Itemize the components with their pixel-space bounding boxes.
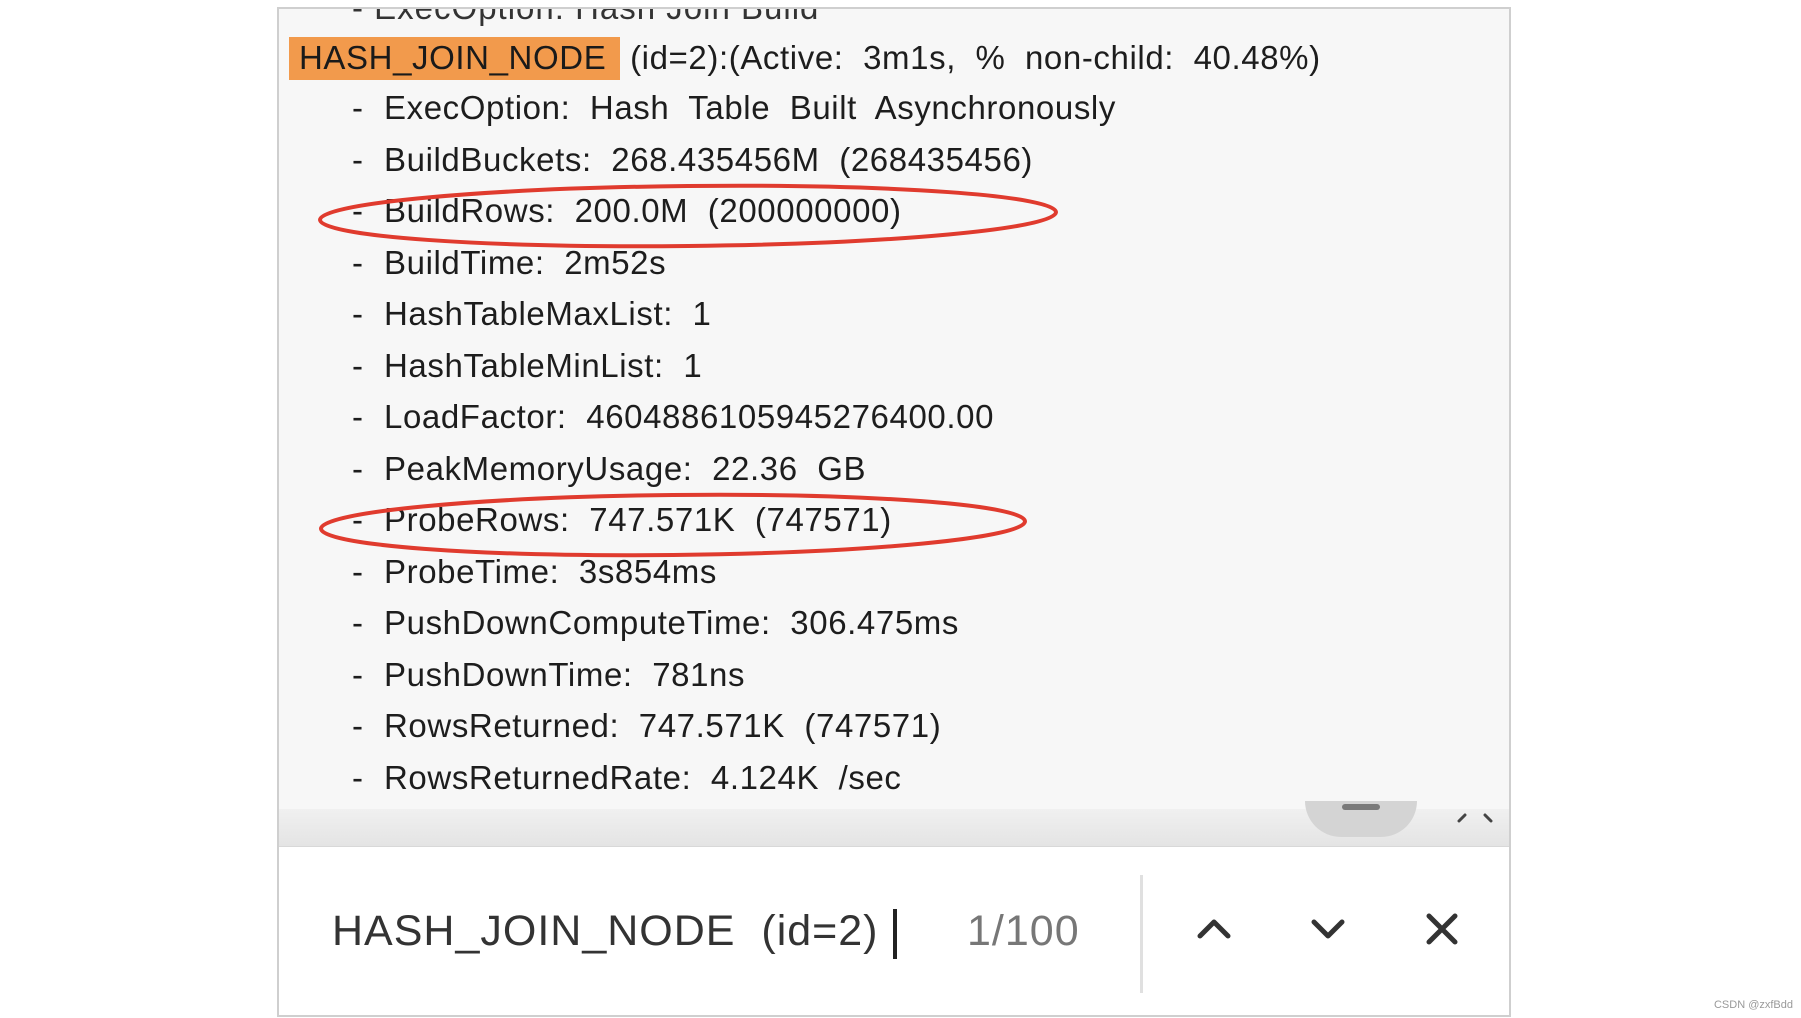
metric-line: - ExecOption: Hash Table Built Asynchrono… (352, 89, 1116, 127)
chevron-down-icon[interactable] (1298, 899, 1358, 959)
metric-text: RowsReturned: 747.571K (747571) (384, 707, 942, 744)
expand-icon[interactable] (1457, 811, 1493, 823)
metric-line: - RowsReturned: 747.571K (747571) (352, 707, 941, 745)
metric-dash: - (352, 89, 364, 126)
match-count: 1/100 (967, 907, 1080, 955)
metric-dash: - (352, 346, 364, 384)
metric-dash: - (352, 707, 364, 744)
metric-text: BuildRows: 200.0M (200000000) (384, 192, 902, 229)
metric-line: - BuildRows: 200.0M (200000000) (352, 192, 902, 230)
metric-dash: - (352, 449, 364, 487)
metric-line: - PeakMemoryUsage: 22.36 GB (352, 450, 866, 488)
metric-line: - PushDownTime: 781ns (352, 656, 745, 694)
metric-dash: - (352, 140, 364, 178)
metric-dash: - (352, 655, 364, 693)
metric-line: - BuildTime: 2m52s (352, 244, 666, 282)
metric-dash: - (352, 758, 364, 796)
find-match-highlight: HASH_JOIN_NODE (289, 37, 621, 80)
metric-line: - RowsReturnedRate: 4.124K /sec (352, 759, 902, 797)
metric-text: LoadFactor: 4604886105945276400.00 (384, 398, 995, 435)
metric-text: ProbeTime: 3s854ms (384, 552, 717, 590)
browser-frame: - ExecOption: Hash Join Build HASH_JOIN_… (277, 7, 1511, 1017)
scroll-thumb-grip (1342, 804, 1380, 810)
close-icon[interactable] (1412, 899, 1472, 959)
metric-text: PeakMemoryUsage: 22.36 GB (384, 449, 867, 487)
divider (1140, 875, 1143, 993)
metric-dash: - (352, 295, 364, 332)
node-details: (id=2):(Active: 3m1s, % non-child: 40.48… (620, 39, 1321, 76)
metric-line: - ProbeRows: 747.571K (747571) (352, 501, 892, 539)
profile-text-panel: - ExecOption: Hash Join Build HASH_JOIN_… (279, 9, 1509, 809)
metric-text: HashTableMinList: 1 (384, 346, 703, 384)
node-header-line: HASH_JOIN_NODE (id=2):(Active: 3m1s, % n… (289, 37, 1321, 80)
metric-text: ExecOption: Hash Table Built Asynchronou… (384, 89, 1116, 126)
metric-line: - HashTableMaxList: 1 (352, 295, 711, 333)
metric-text: BuildTime: 2m52s (384, 243, 667, 281)
metric-text: RowsReturnedRate: 4.124K /sec (384, 758, 902, 796)
metric-line: - ProbeTime: 3s854ms (352, 553, 717, 591)
metric-line: - BuildBuckets: 268.435456M (268435456) (352, 141, 1033, 179)
metric-text: HashTableMaxList: 1 (384, 295, 712, 332)
chevron-up-icon[interactable] (1184, 899, 1244, 959)
metric-line: - LoadFactor: 4604886105945276400.00 (352, 398, 994, 436)
metric-dash: - (352, 604, 364, 641)
horizontal-scrollbar[interactable] (279, 801, 1509, 847)
metric-text: ProbeRows: 747.571K (747571) (384, 501, 892, 538)
find-in-page-bar: HASH_JOIN_NODE (id=2) 1/100 (279, 847, 1509, 1015)
find-input[interactable]: HASH_JOIN_NODE (id=2) (332, 907, 879, 956)
metric-text: PushDownComputeTime: 306.475ms (384, 604, 959, 641)
metric-dash: - (352, 552, 364, 590)
metric-dash: - (352, 398, 364, 435)
metric-text: BuildBuckets: 268.435456M (268435456) (384, 140, 1033, 178)
clipped-previous-line: - ExecOption: Hash Join Build (352, 9, 819, 27)
metric-text: PushDownTime: 781ns (384, 655, 746, 693)
metric-dash: - (352, 192, 364, 229)
metric-line: - PushDownComputeTime: 306.475ms (352, 604, 959, 642)
watermark: CSDN @zxfBdd (1713, 999, 1793, 1011)
text-caret (893, 909, 897, 959)
scroll-thumb[interactable] (1305, 801, 1417, 837)
metric-dash: - (352, 501, 364, 538)
metric-dash: - (352, 243, 364, 281)
metric-line: - HashTableMinList: 1 (352, 347, 702, 385)
